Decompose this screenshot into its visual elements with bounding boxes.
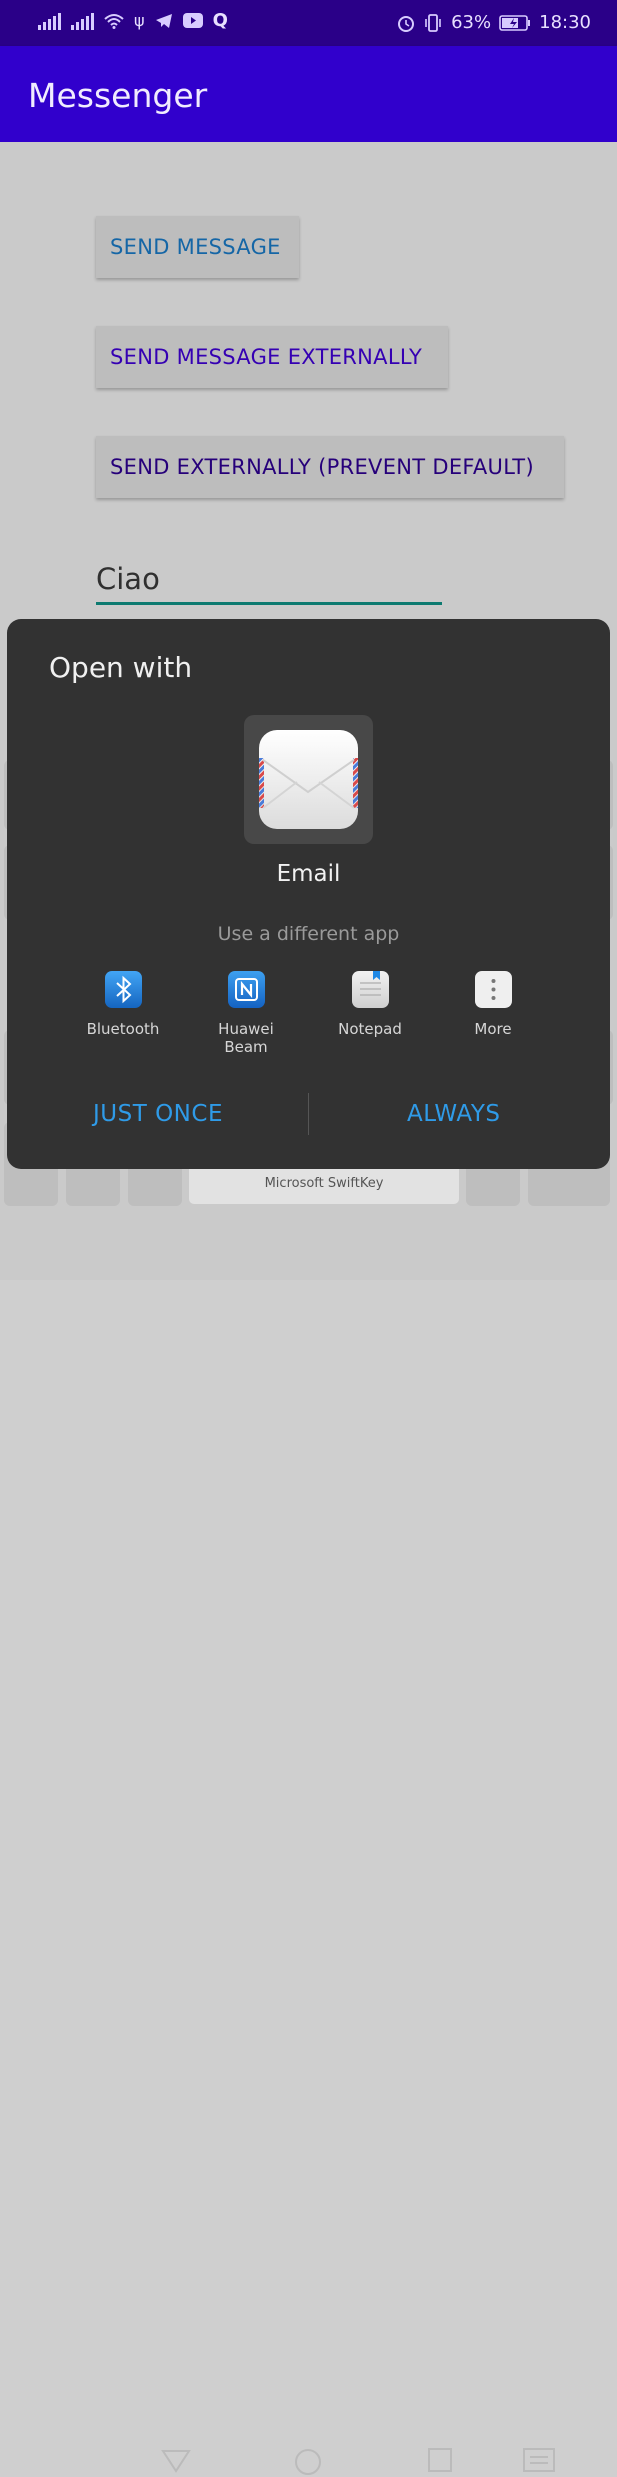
- option-more[interactable]: More: [443, 971, 543, 1038]
- option-bluetooth[interactable]: Bluetooth: [73, 971, 173, 1038]
- app-bar: Messenger: [0, 46, 617, 142]
- option-label-line: Beam: [224, 1038, 268, 1056]
- status-right-icons: 63% 18:30: [397, 12, 591, 33]
- open-with-dialog: Open with Email Use a different app Blue…: [7, 619, 610, 1169]
- status-left-icons: ψ Q: [38, 10, 228, 31]
- option-huawei-beam[interactable]: Huawei Beam: [196, 971, 296, 1056]
- clock: 18:30: [539, 12, 591, 33]
- wifi-icon: [104, 13, 124, 29]
- app-title: Messenger: [28, 76, 208, 115]
- back-icon[interactable]: [160, 2447, 192, 2475]
- option-notepad[interactable]: Notepad: [320, 971, 420, 1038]
- send-message-externally-button[interactable]: SEND MESSAGE EXTERNALLY: [96, 326, 448, 388]
- option-label: More: [474, 1020, 512, 1038]
- nfc-icon: [227, 971, 265, 1008]
- battery-percent: 63%: [451, 12, 492, 33]
- vibrate-icon: [425, 13, 441, 32]
- email-icon: [259, 730, 358, 829]
- option-label-line: Huawei: [218, 1020, 274, 1038]
- telegram-icon: [155, 13, 172, 28]
- just-once-button[interactable]: JUST ONCE: [93, 1101, 223, 1127]
- send-message-button[interactable]: SEND MESSAGE: [96, 216, 299, 278]
- always-button[interactable]: ALWAYS: [407, 1101, 501, 1127]
- notepad-icon: [351, 971, 389, 1008]
- message-input[interactable]: Ciao: [96, 556, 442, 605]
- q-icon: Q: [212, 10, 228, 31]
- send-externally-prevent-default-button[interactable]: SEND EXTERNALLY (PREVENT DEFAULT): [96, 436, 564, 498]
- bluetooth-icon: [104, 971, 142, 1008]
- message-input-value: Ciao: [96, 562, 160, 596]
- option-label: Notepad: [338, 1020, 402, 1038]
- suggested-app-name: Email: [276, 861, 341, 887]
- battery-icon: [499, 14, 531, 31]
- recents-icon[interactable]: [427, 2447, 453, 2473]
- signal-2-icon: [71, 12, 94, 30]
- use-different-app-label: Use a different app: [217, 923, 400, 945]
- youtube-icon: [182, 13, 203, 28]
- status-bar: ψ Q 63% 18:30: [0, 0, 617, 46]
- actions-divider: [308, 1093, 309, 1135]
- navigation-bar: [0, 1215, 617, 2475]
- signal-icon: [38, 12, 61, 30]
- email-app-tile[interactable]: [244, 715, 373, 844]
- notifications-icon[interactable]: [522, 2447, 556, 2473]
- usb-icon: ψ: [134, 11, 145, 30]
- alarm-icon: [398, 15, 415, 32]
- option-label: Huawei Beam: [196, 1020, 296, 1056]
- home-icon[interactable]: [293, 2447, 323, 2477]
- more-vert-icon: [474, 971, 512, 1008]
- dialog-title: Open with: [49, 651, 193, 684]
- option-label: Bluetooth: [86, 1020, 160, 1038]
